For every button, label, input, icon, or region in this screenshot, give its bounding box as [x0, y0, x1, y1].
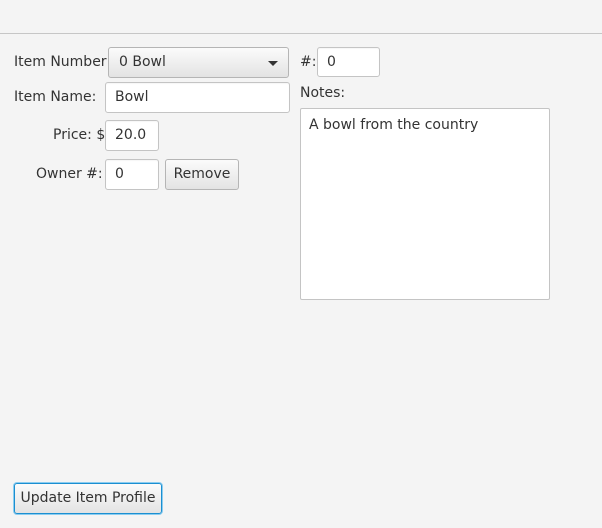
- menu-bar: [0, 0, 602, 34]
- owner-label: Owner #:: [36, 166, 103, 182]
- price-field[interactable]: 20.0: [105, 120, 159, 151]
- item-number-selected-value: 0 Bowl: [119, 54, 166, 70]
- item-name-label: Item Name:: [14, 89, 97, 105]
- notes-label: Notes:: [300, 85, 346, 101]
- remove-button[interactable]: Remove: [165, 159, 239, 190]
- hash-label: #:: [300, 54, 317, 70]
- notes-textarea[interactable]: A bowl from the country: [300, 108, 550, 300]
- owner-field[interactable]: 0: [105, 159, 159, 190]
- item-number-label: Item Number:: [14, 54, 112, 70]
- hash-field[interactable]: 0: [317, 47, 380, 77]
- update-item-profile-button[interactable]: Update Item Profile: [14, 483, 162, 514]
- item-number-combobox[interactable]: 0 Bowl: [108, 47, 289, 78]
- item-name-field[interactable]: Bowl: [105, 82, 290, 113]
- price-label: Price: $: [53, 127, 106, 143]
- chevron-down-icon: [268, 61, 278, 66]
